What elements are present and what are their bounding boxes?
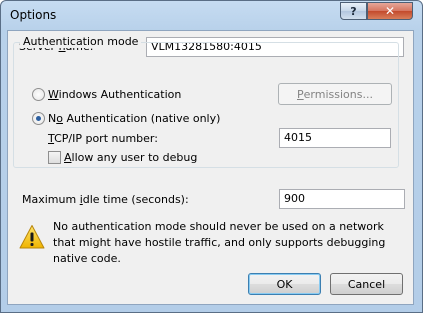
idle-time-label: Maximum idle time (seconds):: [22, 193, 189, 206]
authentication-mode-title: Authentication mode: [20, 35, 142, 48]
close-button[interactable]: ✕: [367, 2, 413, 20]
close-icon: ✕: [384, 4, 396, 18]
authentication-mode-group: [13, 42, 399, 168]
windows-authentication-radio[interactable]: [32, 88, 45, 101]
warning-icon: [19, 225, 45, 249]
idle-time-input[interactable]: 900: [279, 189, 405, 209]
allow-any-user-checkbox[interactable]: [48, 151, 61, 164]
tcp-port-input[interactable]: 4015: [279, 128, 391, 148]
no-authentication-label[interactable]: No Authentication (native only): [48, 112, 220, 125]
ok-button[interactable]: OK: [248, 273, 321, 295]
warning-message: No authentication mode should never be u…: [53, 220, 386, 265]
allow-any-user-label[interactable]: Allow any user to debug: [64, 151, 197, 164]
help-button[interactable]: ?: [340, 2, 367, 20]
windows-authentication-label[interactable]: Windows Authentication: [48, 88, 181, 101]
window-title: Options: [10, 8, 57, 22]
cancel-button[interactable]: Cancel: [330, 273, 403, 295]
permissions-button[interactable]: Permissions...: [278, 83, 392, 105]
help-icon: ?: [350, 4, 357, 18]
tcp-port-label: TCP/IP port number:: [48, 132, 158, 145]
no-authentication-radio[interactable]: [32, 112, 45, 125]
title-bar[interactable]: Options ? ✕: [1, 1, 422, 31]
